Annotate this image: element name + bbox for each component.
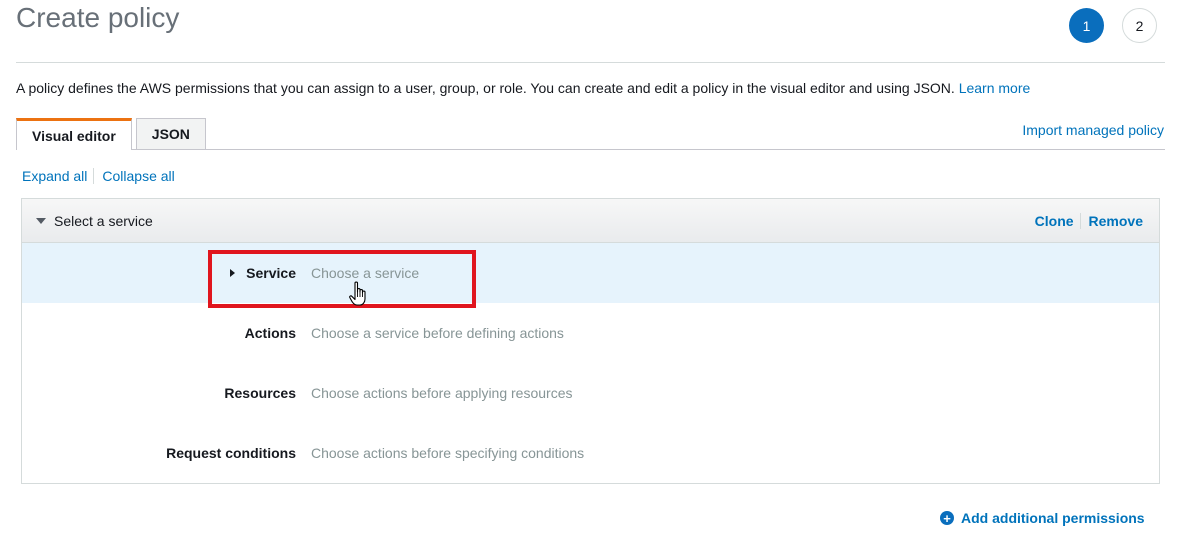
resources-label: Resources [224, 385, 296, 401]
request-conditions-row: Request conditions Choose actions before… [22, 423, 1159, 483]
actions-placeholder: Choose a service before defining actions [311, 325, 564, 341]
resources-placeholder: Choose actions before applying resources [311, 385, 573, 401]
service-label-wrap[interactable]: Service [22, 265, 296, 281]
intro-description: A policy defines the AWS permissions tha… [16, 80, 955, 96]
editor-tabs: Visual editor JSON [16, 118, 206, 150]
expand-all-link[interactable]: Expand all [22, 168, 87, 184]
actions-row: Actions Choose a service before defining… [22, 303, 1159, 363]
caret-down-icon [36, 217, 46, 224]
panel-header-toggle[interactable]: Select a service [36, 213, 153, 229]
collapse-all-link[interactable]: Collapse all [102, 168, 174, 184]
plus-circle-icon: + [940, 511, 954, 525]
intro-text: A policy defines the AWS permissions tha… [16, 80, 1030, 96]
remove-link[interactable]: Remove [1089, 213, 1143, 229]
add-additional-permissions-button[interactable]: + Add additional permissions [940, 510, 1145, 526]
service-row[interactable]: Service Choose a service [22, 243, 1159, 303]
resources-row: Resources Choose actions before applying… [22, 363, 1159, 423]
step-indicator: 1 2 [1069, 8, 1157, 43]
tab-visual-editor[interactable]: Visual editor [16, 118, 132, 150]
panel-header-title: Select a service [54, 212, 153, 229]
tab-json[interactable]: JSON [135, 118, 206, 149]
request-conditions-label: Request conditions [166, 445, 296, 461]
learn-more-link[interactable]: Learn more [959, 80, 1031, 96]
link-separator [93, 168, 95, 184]
panel-header-actions: Clone Remove [1035, 212, 1143, 229]
title-divider [16, 62, 1165, 63]
clone-link[interactable]: Clone [1035, 213, 1074, 229]
caret-right-icon [230, 269, 236, 277]
service-label: Service [246, 265, 296, 281]
step-2[interactable]: 2 [1122, 8, 1157, 43]
panel-header[interactable]: Select a service Clone Remove [22, 199, 1159, 243]
action-separator [1079, 212, 1081, 229]
step-1[interactable]: 1 [1069, 8, 1104, 43]
hand-pointer-icon [349, 281, 366, 306]
import-managed-policy-link[interactable]: Import managed policy [1022, 122, 1164, 138]
permission-panel: Select a service Clone Remove Service Ch… [21, 198, 1160, 484]
actions-label: Actions [244, 325, 296, 341]
request-conditions-placeholder: Choose actions before specifying conditi… [311, 445, 585, 461]
expand-collapse-controls: Expand all Collapse all [22, 168, 175, 184]
tabs-divider [16, 149, 1165, 150]
page-title: Create policy [16, 2, 180, 33]
choose-service-link[interactable]: Choose a service [311, 265, 419, 281]
add-permissions-label: Add additional permissions [961, 510, 1145, 526]
